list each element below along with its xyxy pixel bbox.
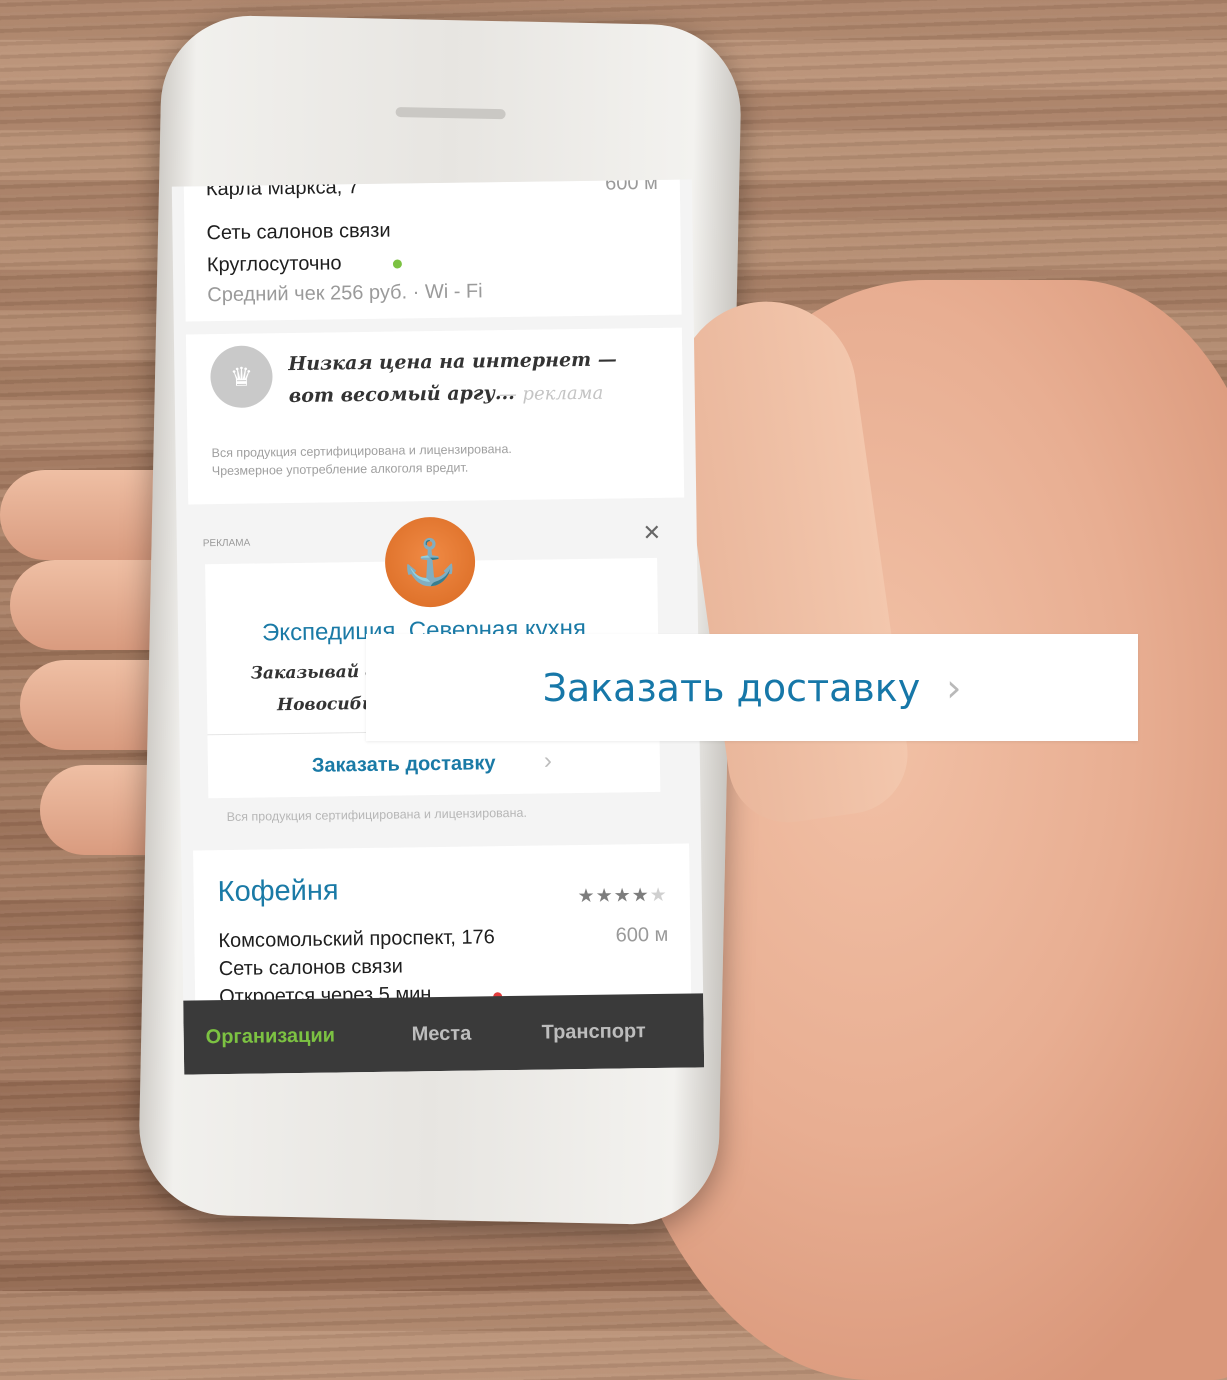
listing-distance: 600 м xyxy=(604,179,658,195)
close-icon[interactable]: ✕ xyxy=(643,520,662,546)
promo-text-line1: Низкая цена на интернет — xyxy=(288,348,617,376)
listing-category: Сеть салонов связи xyxy=(206,219,391,245)
listing-name: Кофейня xyxy=(217,874,339,909)
tab-organizations[interactable]: Организации xyxy=(206,1024,336,1049)
promo-disclaimer-2: Чрезмерное употребление алкоголя вредит. xyxy=(211,460,469,479)
promo-disclaimer-1: Вся продукция сертифицирована и лицензир… xyxy=(211,441,512,461)
ad-desc-line1: Заказывай с xyxy=(250,661,376,684)
status-open-dot xyxy=(392,259,402,269)
phone-screen: Карла Маркса, 7 600 м Сеть салонов связи… xyxy=(171,179,705,1075)
chevron-right-icon: › xyxy=(543,747,553,775)
ad-disclaimer: Вся продукция сертифицирована и лицензир… xyxy=(226,805,528,824)
promo-suffix: — реклама xyxy=(498,382,604,406)
tab-transport[interactable]: Транспорт xyxy=(542,1020,646,1044)
tab-places[interactable]: Места xyxy=(412,1022,472,1046)
listing-distance: 600 м xyxy=(615,923,669,947)
listing-hours: Круглосуточно xyxy=(206,252,342,277)
listing-card-bottom[interactable]: Кофейня ★★★★★ Комсомольский проспект, 17… xyxy=(193,843,692,1011)
ad-label: РЕКЛАМА xyxy=(202,537,251,550)
ad-order-delivery-button[interactable]: Заказать доставку xyxy=(312,752,496,778)
chevron-right-icon: › xyxy=(946,665,962,710)
order-delivery-label: Заказать доставку xyxy=(542,665,921,710)
bottom-tab-bar: Организации Места Транспорт xyxy=(183,993,705,1075)
phone-speaker xyxy=(395,106,506,120)
listing-category: Сеть салонов связи xyxy=(218,955,404,981)
promo-card[interactable]: ♛ Низкая цена на интернет — вот весомый … xyxy=(185,327,685,505)
promo-text-line2: вот весомый аргу... xyxy=(288,381,515,408)
order-delivery-callout[interactable]: Заказать доставку › xyxy=(366,634,1138,741)
listing-address: Комсомольский проспект, 176 xyxy=(218,926,495,953)
listing-card-top[interactable]: Карла Маркса, 7 600 м Сеть салонов связи… xyxy=(183,179,682,322)
rating-stars: ★★★★★ xyxy=(577,884,668,908)
listing-details: Средний чек 256 руб. · Wi - Fi xyxy=(207,280,483,307)
crown-icon: ♛ xyxy=(210,345,273,409)
